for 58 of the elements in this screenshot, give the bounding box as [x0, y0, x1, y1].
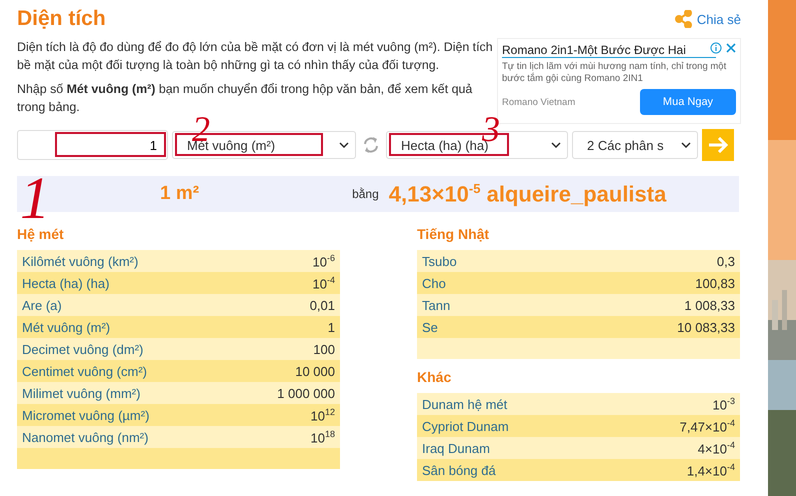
close-icon[interactable] — [726, 43, 736, 53]
unit-name: Cho — [422, 276, 446, 290]
convert-button[interactable] — [702, 129, 734, 161]
page-title: Diện tích — [17, 7, 106, 31]
unit-name: Tsubo — [422, 254, 457, 268]
unit-value: 100,83 — [695, 276, 735, 290]
result-output: 4,13×10$^{-5}$ alqueire_paulista — [388, 180, 666, 208]
unit-name: Hecta (ha) (ha) — [22, 276, 110, 290]
unit-name: Centimet vuông (cm²) — [22, 364, 147, 378]
unit-value: 4×10$^{-4}$ — [698, 440, 735, 456]
unit-value: 10$^{12}$ — [310, 406, 335, 424]
unit-value: 10 000 — [295, 364, 335, 378]
unit-value: 1 000 000 — [277, 386, 335, 400]
unit-value: 0,3 — [716, 254, 735, 268]
unit-value: 10$^{18}$ — [310, 428, 335, 446]
advertiser-name: Romano Vietnam — [502, 96, 576, 108]
unit-name: Micromet vuông (µm²) — [22, 408, 150, 422]
section-heading: Khác — [417, 369, 452, 385]
unit-value: 1 — [328, 320, 335, 334]
unit-name: Dunam hệ mét — [422, 396, 508, 412]
unit-value: 0,01 — [310, 298, 335, 312]
annotation-number: 1 — [20, 168, 50, 228]
unit-value: 7,47×10$^{-4}$ — [680, 418, 735, 434]
info-icon[interactable] — [710, 42, 722, 54]
unit-value: 1,4×10$^{-4}$ — [686, 462, 735, 478]
equals-label: bằng — [352, 187, 379, 201]
unit-value: 1 008,33 — [684, 298, 735, 312]
share-icon — [674, 10, 693, 28]
unit-name: Are (a) — [22, 298, 62, 312]
source-quantity-text: 1 m² — [160, 183, 200, 205]
intro-paragraph: Diện tích là độ đo dùng để đo độ lớn của bề mặt có đơn vị là mét vuông (m²). Diện tích bề mặt của một đối tượng là toàn bộ những gì ta có nhìn thấy của đối tượng. — [17, 39, 493, 74]
chevron-icon — [551, 142, 561, 148]
unit-name: Mét vuông (m²) — [22, 320, 110, 334]
section-heading: Hệ mét — [17, 226, 65, 242]
decimals-select[interactable]: 2 Các phân s — [572, 131, 698, 159]
share-link[interactable]: Chia sẻ — [674, 10, 741, 28]
swap-icon[interactable] — [362, 135, 380, 155]
unit-name: Tann — [422, 298, 450, 312]
unit-value: 10 083,33 — [677, 320, 735, 334]
unit-value: 10$^{-4}$ — [312, 274, 335, 292]
unit-value: 10$^{-3}$ — [712, 396, 735, 412]
chevron-icon — [681, 142, 691, 148]
chevron-icon — [339, 142, 349, 148]
unit-name: Decimet vuông (dm²) — [22, 342, 144, 356]
unit-value: 10$^{-6}$ — [312, 252, 335, 270]
ad-text: Tự tin lịch lãm với mùi hương nam tính, chỉ trong một bước tắm gội cùng Romano 2IN1 — [502, 61, 728, 85]
unit-value: 100 — [313, 342, 335, 356]
unit-name: Nanomet vuông (nm²) — [22, 430, 148, 444]
unit-name: Iraq Dunam — [422, 440, 490, 456]
unit-name: Cypriot Dunam — [422, 418, 509, 434]
unit-name: Kilômét vuông (km²) — [22, 254, 138, 268]
ad-headline[interactable]: Romano 2in1-Một Bước Được Hai — [502, 43, 716, 58]
intro-paragraph: Nhập số Mét vuông (m²) bạn muốn chuyển đổi trong hộp văn bản, để xem kết quả trong bảng. — [17, 81, 474, 116]
unit-name: Se — [422, 320, 438, 334]
arrow-icon — [707, 137, 729, 153]
section-heading: Tiếng Nhật — [417, 226, 490, 242]
unit-name: Milimet vuông (mm²) — [22, 386, 140, 400]
unit-name: Sân bóng đá — [422, 462, 496, 478]
